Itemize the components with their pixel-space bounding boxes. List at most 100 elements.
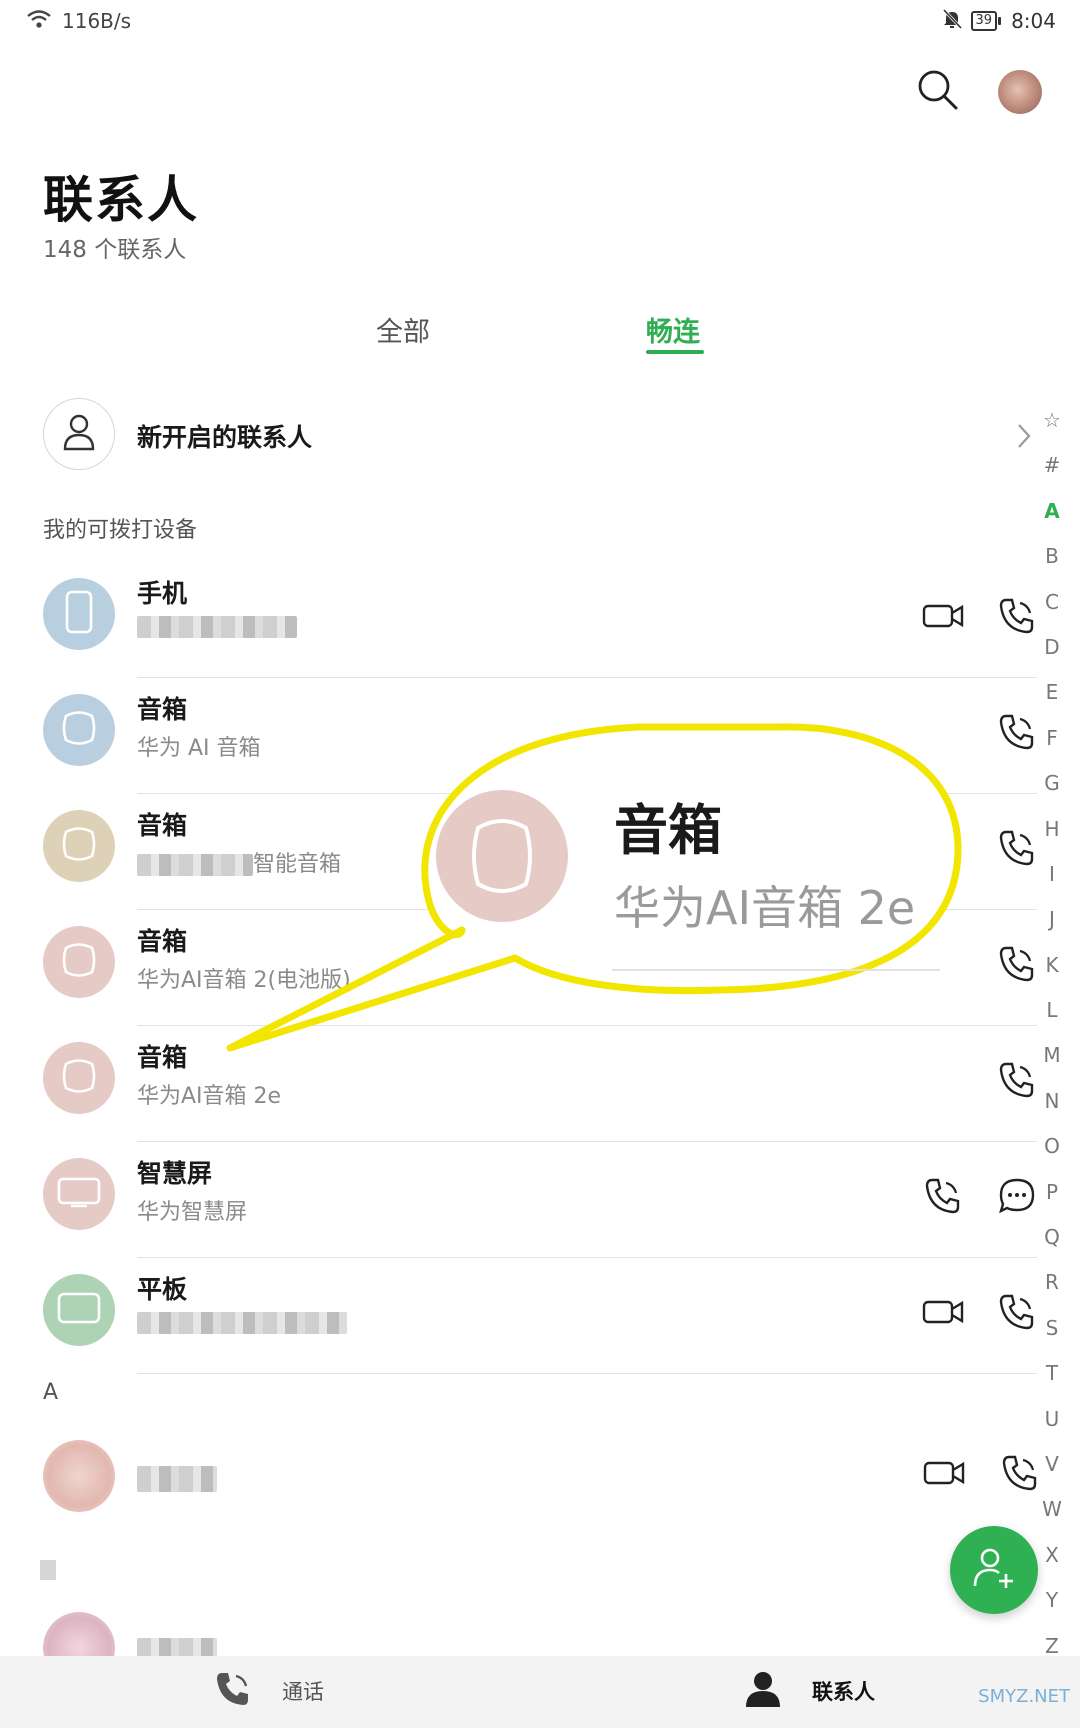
alphabet-index-letter[interactable]: X bbox=[1038, 1533, 1066, 1578]
device-subtitle: 华为AI音箱 2(电池版) bbox=[137, 968, 351, 993]
device-row[interactable]: 音箱 华为 AI 音箱 bbox=[43, 678, 1037, 794]
callout-name: 音箱 bbox=[614, 799, 722, 862]
device-subtitle-redacted bbox=[137, 1310, 347, 1335]
device-row[interactable]: 平板 bbox=[43, 1258, 1037, 1374]
devices-section-title: 我的可拨打设备 bbox=[43, 518, 198, 543]
alphabet-index-letter[interactable]: G bbox=[1038, 761, 1066, 806]
tablet-icon bbox=[57, 1291, 101, 1329]
search-icon[interactable] bbox=[916, 68, 960, 116]
bottom-navigation: 通话 联系人 SMYZ.NET bbox=[0, 1656, 1080, 1728]
device-name: 手机 bbox=[137, 579, 188, 608]
alphabet-index-letter[interactable]: E bbox=[1038, 670, 1066, 715]
status-left: 116B/s bbox=[26, 8, 131, 34]
alphabet-index-letter[interactable]: F bbox=[1038, 716, 1066, 761]
new-contacts-label: 新开启的联系人 bbox=[137, 423, 313, 452]
status-bar: 116B/s 39 8:04 bbox=[0, 0, 1080, 44]
person-icon bbox=[744, 1670, 782, 1712]
alphabet-index-letter[interactable]: J bbox=[1038, 897, 1066, 942]
device-subtitle-redacted bbox=[137, 614, 297, 639]
speaker-icon bbox=[60, 708, 98, 752]
contact-count: 148 个联系人 bbox=[43, 237, 187, 263]
phone-call-icon[interactable] bbox=[995, 826, 1039, 870]
alphabet-index-letter[interactable]: Q bbox=[1038, 1215, 1066, 1260]
device-name: 音箱 bbox=[137, 927, 188, 956]
tv-screen-icon bbox=[57, 1175, 101, 1213]
add-contact-button[interactable] bbox=[950, 1526, 1038, 1614]
phone-call-icon[interactable] bbox=[1001, 1454, 1039, 1496]
alphabet-index-letter[interactable]: K bbox=[1038, 943, 1066, 988]
alphabet-index-letter[interactable]: S bbox=[1038, 1306, 1066, 1351]
video-call-icon[interactable] bbox=[921, 594, 965, 638]
person-icon bbox=[61, 412, 97, 456]
alphabet-index-letter[interactable]: W bbox=[1038, 1487, 1066, 1532]
alphabet-index-letter[interactable]: B bbox=[1038, 534, 1066, 579]
contact-name-redacted bbox=[137, 1638, 217, 1656]
alphabet-index-letter[interactable]: L bbox=[1038, 988, 1066, 1033]
device-subtitle: 华为AI音箱 2e bbox=[137, 1084, 282, 1109]
message-icon[interactable] bbox=[995, 1174, 1039, 1218]
callout-subtitle: 华为AI音箱 2e bbox=[614, 881, 916, 935]
phone-call-icon[interactable] bbox=[995, 942, 1039, 986]
alphabet-index-letter[interactable]: T bbox=[1038, 1351, 1066, 1396]
phone-call-icon[interactable] bbox=[995, 710, 1039, 754]
nav-contacts[interactable]: 联系人 bbox=[744, 1670, 875, 1712]
contact-row[interactable] bbox=[43, 1430, 1037, 1530]
wifi-icon bbox=[26, 8, 52, 34]
tab-all[interactable]: 全部 bbox=[376, 310, 430, 349]
device-row[interactable]: 智慧屏 华为智慧屏 bbox=[43, 1142, 1037, 1258]
contact-name-redacted bbox=[137, 1466, 217, 1492]
alphabet-index-letter[interactable]: V bbox=[1038, 1442, 1066, 1487]
alphabet-index-letter[interactable]: N bbox=[1038, 1079, 1066, 1124]
speaker-icon bbox=[60, 1056, 98, 1100]
alphabet-index-letter[interactable]: O bbox=[1038, 1124, 1066, 1169]
device-row[interactable]: 手机 bbox=[43, 562, 1037, 678]
phone-call-icon[interactable] bbox=[921, 1174, 965, 1218]
watermark: SMYZ.NET bbox=[978, 1686, 1070, 1707]
phone-device-icon bbox=[64, 590, 94, 638]
alphabet-index-letter[interactable]: Y bbox=[1038, 1578, 1066, 1623]
device-subtitle: 华为 AI 音箱 bbox=[137, 736, 261, 761]
alphabet-index-letter[interactable]: R bbox=[1038, 1260, 1066, 1305]
video-call-icon[interactable] bbox=[923, 1458, 965, 1492]
new-contacts-row[interactable]: 新开启的联系人 bbox=[43, 398, 1033, 472]
device-name: 智慧屏 bbox=[137, 1159, 213, 1188]
status-right: 39 8:04 bbox=[941, 8, 1056, 34]
nav-calls-label: 通话 bbox=[282, 1680, 324, 1704]
page-title: 联系人 bbox=[43, 171, 199, 229]
phone-call-icon bbox=[214, 1670, 252, 1712]
alphabet-index-letter[interactable]: U bbox=[1038, 1397, 1066, 1442]
phone-call-icon[interactable] bbox=[995, 1290, 1039, 1334]
header-actions bbox=[916, 68, 1042, 116]
alphabet-index-letter[interactable]: H bbox=[1038, 807, 1066, 852]
alphabet-index-letter[interactable]: D bbox=[1038, 625, 1066, 670]
speaker-icon bbox=[60, 824, 98, 868]
mute-bell-icon bbox=[941, 8, 963, 34]
device-row[interactable]: 音箱 华为AI音箱 2e bbox=[43, 1026, 1037, 1142]
device-avatar bbox=[43, 926, 115, 998]
nav-calls[interactable]: 通话 bbox=[214, 1670, 324, 1712]
alphabet-index-letter[interactable]: A bbox=[1038, 489, 1066, 534]
tab-changlian[interactable]: 畅连 bbox=[646, 310, 700, 349]
alphabet-index[interactable]: ☆ # A B C D E F G H I J K L M N O P Q R S T U V W X Y Z bbox=[1038, 398, 1066, 1669]
device-avatar bbox=[43, 1274, 115, 1346]
alphabet-index-letter[interactable]: I bbox=[1038, 852, 1066, 897]
phone-call-icon[interactable] bbox=[995, 594, 1039, 638]
device-avatar bbox=[43, 1158, 115, 1230]
contact-avatar-redacted bbox=[43, 1440, 115, 1512]
user-avatar[interactable] bbox=[998, 70, 1042, 114]
contact-row[interactable] bbox=[43, 1600, 1033, 1656]
phone-call-icon[interactable] bbox=[995, 1058, 1039, 1102]
video-call-icon[interactable] bbox=[921, 1290, 965, 1334]
contact-avatar-redacted bbox=[43, 1612, 115, 1656]
tab-bar: 全部 畅连 bbox=[0, 302, 1080, 362]
device-avatar bbox=[43, 578, 115, 650]
clock: 8:04 bbox=[1011, 9, 1056, 33]
new-contact-avatar bbox=[43, 398, 115, 470]
alphabet-index-letter[interactable]: C bbox=[1038, 580, 1066, 625]
alphabet-index-letter[interactable]: ☆ bbox=[1038, 398, 1066, 443]
device-avatar bbox=[43, 694, 115, 766]
alphabet-index-letter[interactable]: M bbox=[1038, 1033, 1066, 1078]
device-name: 音箱 bbox=[137, 695, 188, 724]
alphabet-index-letter[interactable]: # bbox=[1038, 443, 1066, 488]
alphabet-index-letter[interactable]: P bbox=[1038, 1170, 1066, 1215]
